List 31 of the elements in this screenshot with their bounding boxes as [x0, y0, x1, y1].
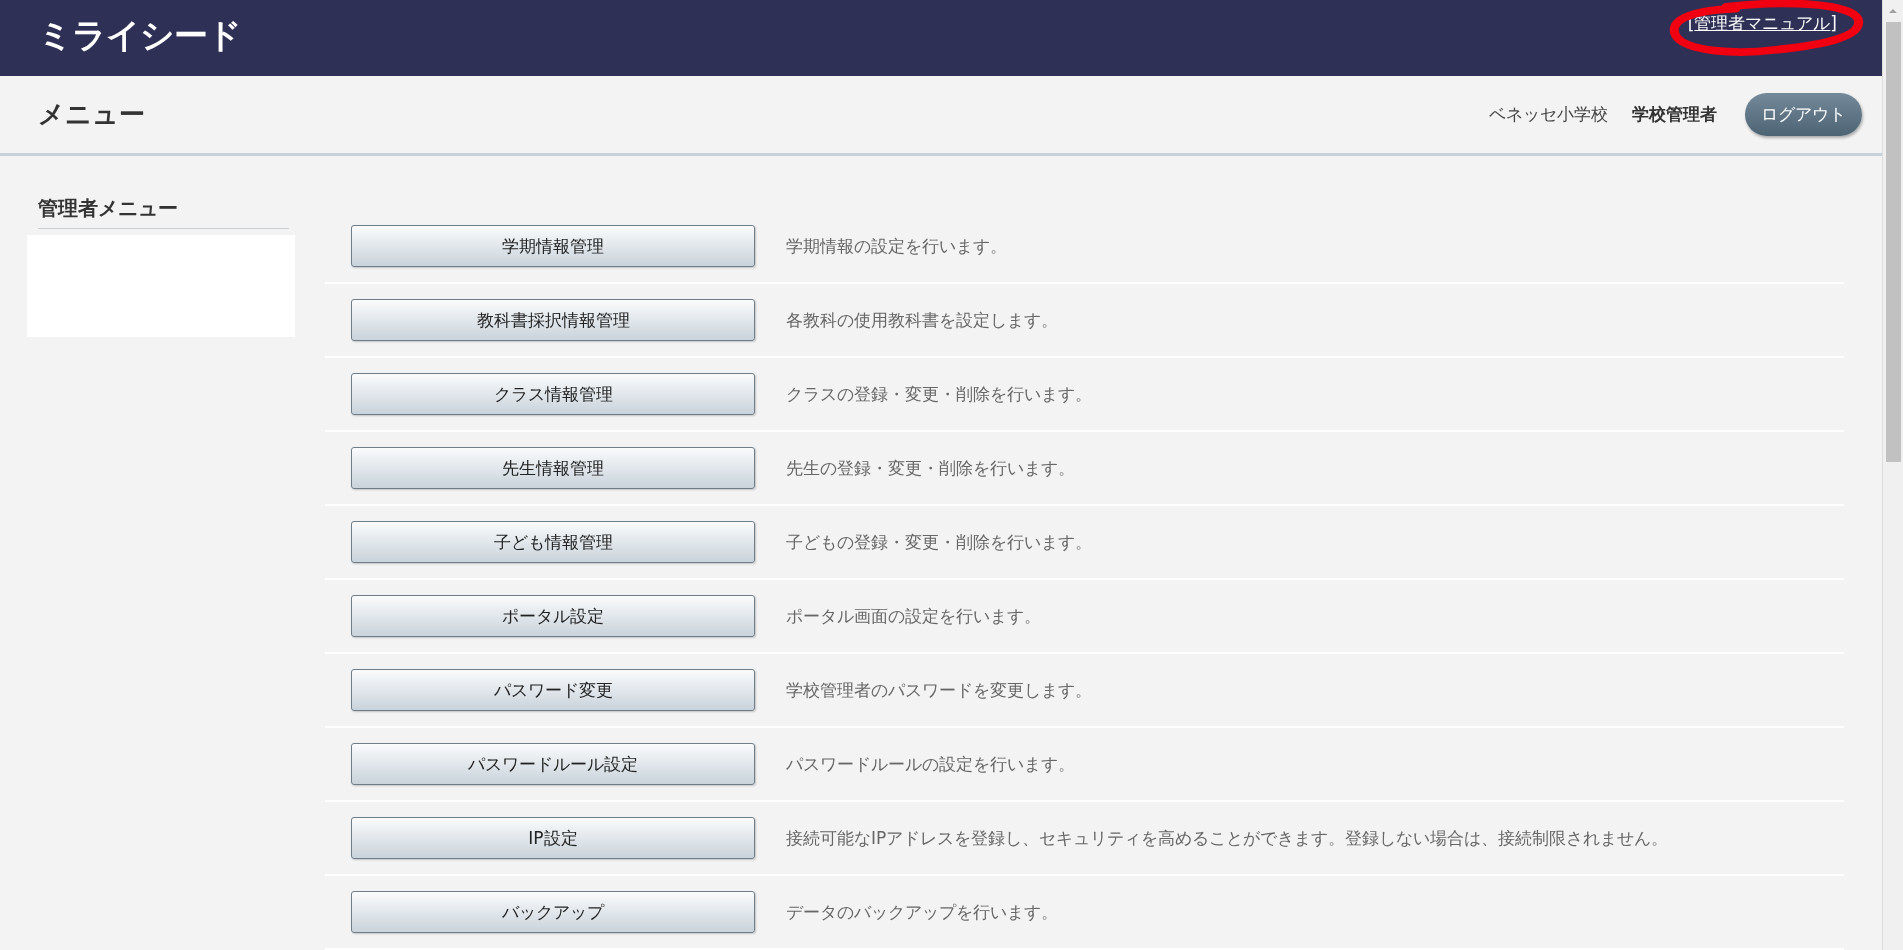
menu-button[interactable]: IP設定	[351, 817, 755, 859]
menu-button[interactable]: 学期情報管理	[351, 225, 755, 267]
sidebar-heading: 管理者メニュー	[38, 195, 289, 229]
menu-description: 接続可能なIPアドレスを登録し、セキュリティを高めることができます。登録しない場合は、接続制限されません。	[786, 826, 1669, 850]
menu-button[interactable]: 子ども情報管理	[351, 521, 755, 563]
scrollbar-thumb[interactable]	[1885, 22, 1901, 462]
menu-button[interactable]: パスワードルール設定	[351, 743, 755, 785]
menu-description: ポータル画面の設定を行います。	[786, 604, 1041, 628]
menu-description: 学期情報の設定を行います。	[786, 234, 1007, 258]
menu-button[interactable]: バックアップ	[351, 891, 755, 933]
menu-description: データのバックアップを行います。	[786, 900, 1058, 924]
logo: ミライシード	[38, 14, 241, 57]
manual-link[interactable]: 管理者マニュアル	[1694, 11, 1831, 35]
menu-button[interactable]: クラス情報管理	[351, 373, 755, 415]
menu-button[interactable]: 先生情報管理	[351, 447, 755, 489]
menu-description: 学校管理者のパスワードを変更します。	[786, 678, 1092, 702]
menu-description: クラスの登録・変更・削除を行います。	[786, 382, 1092, 406]
menu-button[interactable]: パスワード変更	[351, 669, 755, 711]
user-role: 学校管理者	[1632, 103, 1717, 126]
menu-description: 各教科の使用教科書を設定します。	[786, 308, 1058, 332]
school-name: ベネッセ小学校	[1489, 103, 1608, 126]
bracket: ]	[1830, 13, 1837, 33]
menu-description: 先生の登録・変更・削除を行います。	[786, 456, 1075, 480]
scroll-up-icon[interactable]	[1888, 8, 1898, 14]
logout-button[interactable]: ログアウト	[1745, 93, 1862, 136]
scrollbar[interactable]	[1882, 0, 1903, 950]
page-title: メニュー	[38, 98, 145, 131]
menu-description: 子どもの登録・変更・削除を行います。	[786, 530, 1092, 554]
menu-button[interactable]: ポータル設定	[351, 595, 755, 637]
menu-description: パスワードルールの設定を行います。	[786, 752, 1075, 776]
menu-button[interactable]: 教科書採択情報管理	[351, 299, 755, 341]
